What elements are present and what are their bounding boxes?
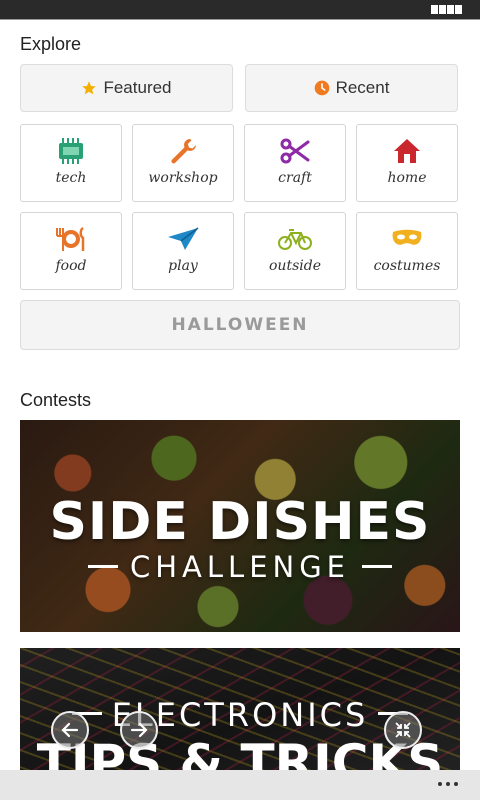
clock-icon xyxy=(314,80,329,96)
minimize-button[interactable] xyxy=(384,711,422,749)
banner-title: SIDE DISHES xyxy=(49,492,431,552)
collapse-icon xyxy=(395,722,411,738)
category-label: costumes xyxy=(373,258,441,274)
category-craft[interactable]: craft xyxy=(244,124,346,202)
halloween-button[interactable]: HALLOWEEN xyxy=(20,300,460,350)
arrow-right-icon xyxy=(130,722,148,738)
featured-label: Featured xyxy=(103,78,172,97)
wrench-icon xyxy=(171,139,196,164)
battery-icon xyxy=(431,5,462,14)
category-label: tech xyxy=(55,170,87,186)
category-home[interactable]: home xyxy=(356,124,458,202)
app-bar xyxy=(0,770,480,800)
category-play[interactable]: play xyxy=(132,212,234,290)
recent-label: Recent xyxy=(335,78,390,97)
status-bar xyxy=(0,0,480,20)
bicycle-icon xyxy=(278,229,312,250)
more-options-icon[interactable] xyxy=(438,782,458,786)
contests-title: Contests xyxy=(20,390,92,410)
paper-plane-icon xyxy=(168,227,199,250)
category-label: craft xyxy=(278,170,312,186)
contest-banner-side-dishes[interactable]: SIDE DISHES CHALLENGE xyxy=(20,420,460,632)
chip-icon xyxy=(59,138,83,164)
category-outside[interactable]: outside xyxy=(244,212,346,290)
category-label: food xyxy=(55,258,87,274)
forward-button[interactable] xyxy=(120,711,158,749)
featured-button[interactable]: Featured xyxy=(20,64,233,112)
explore-title: Explore xyxy=(20,34,82,54)
category-costumes[interactable]: costumes xyxy=(356,212,458,290)
scissors-icon xyxy=(280,138,310,164)
mask-icon xyxy=(392,229,422,245)
category-label: home xyxy=(387,170,427,186)
recent-button[interactable]: Recent xyxy=(245,64,458,112)
arrow-left-icon xyxy=(61,722,79,738)
star-icon xyxy=(82,81,97,95)
utensils-icon xyxy=(56,226,85,251)
category-label: outside xyxy=(269,258,321,274)
category-workshop[interactable]: workshop xyxy=(132,124,234,202)
category-label: workshop xyxy=(148,170,218,186)
category-food[interactable]: food xyxy=(20,212,122,290)
banner-subtitle: CHALLENGE xyxy=(20,550,460,584)
category-tech[interactable]: tech xyxy=(20,124,122,202)
category-label: play xyxy=(168,258,198,274)
back-button[interactable] xyxy=(51,711,89,749)
house-icon xyxy=(394,139,420,163)
